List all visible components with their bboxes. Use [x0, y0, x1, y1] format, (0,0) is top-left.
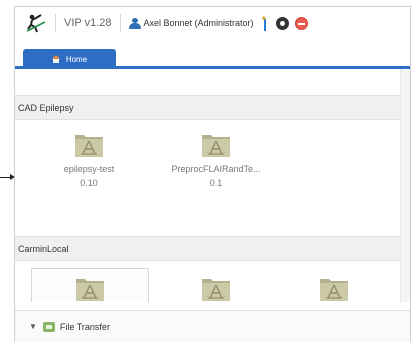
section-header-cad-epilepsy: CAD Epilepsy	[15, 95, 400, 120]
application-name: PreprocFLAIRandTe...	[171, 164, 261, 174]
divider	[55, 14, 56, 32]
vertical-scrollbar[interactable]	[400, 69, 410, 302]
vip-logo-icon[interactable]	[25, 12, 47, 34]
file-transfer-label: File Transfer	[59, 321, 110, 332]
application-item-selected[interactable]	[31, 268, 149, 302]
section-header-carminlocal: CarminLocal	[15, 236, 400, 261]
application-version: 0.10	[80, 178, 98, 188]
settings-button[interactable]	[275, 16, 289, 30]
section-title: CAD Epilepsy	[18, 102, 74, 113]
divider	[119, 14, 121, 32]
application-folder-icon	[202, 279, 230, 301]
gear-icon	[275, 16, 289, 30]
application-item[interactable]	[157, 272, 275, 302]
application-folder-icon	[320, 279, 348, 301]
application-item[interactable]: PreprocFLAIRandTe... 0.1	[157, 128, 275, 189]
file-transfer-icon	[42, 321, 55, 332]
tab-home-label: Home	[65, 54, 88, 64]
app-window: VIP v1.28 Axel Bonnet (Administrator) ✦ …	[14, 6, 411, 342]
logout-button[interactable]	[294, 16, 308, 30]
application-version: 0.1	[209, 178, 223, 188]
version-label: VIP v1.28	[64, 17, 112, 29]
user-icon	[128, 17, 141, 29]
application-folder-icon	[76, 279, 104, 301]
logout-icon	[294, 16, 308, 30]
user-menu[interactable]: Axel Bonnet (Administrator)	[128, 17, 254, 29]
section-title: CarminLocal	[18, 243, 69, 254]
chevron-down-icon[interactable]: ▼	[29, 322, 37, 331]
tab-home[interactable]: Home	[23, 49, 116, 69]
tab-bar: Home	[15, 45, 410, 69]
top-bar: VIP v1.28 Axel Bonnet (Administrator) ✦	[15, 7, 410, 39]
home-icon	[51, 55, 61, 63]
wand-button[interactable]: ✦	[260, 15, 270, 31]
application-item[interactable]: epilepsy-test 0.10	[30, 128, 148, 189]
application-name: epilepsy-test	[63, 164, 115, 174]
magic-wand-icon: ✦	[260, 15, 270, 31]
application-folder-icon	[202, 135, 230, 157]
user-name: Axel Bonnet (Administrator)	[143, 18, 254, 28]
application-folder-icon	[75, 135, 103, 157]
file-transfer-bar[interactable]: ▼ File Transfer	[15, 310, 410, 342]
applications-panel[interactable]: CAD Epilepsy epilepsy-test 0.10 PreprocF…	[15, 69, 410, 302]
application-item[interactable]	[275, 272, 393, 302]
